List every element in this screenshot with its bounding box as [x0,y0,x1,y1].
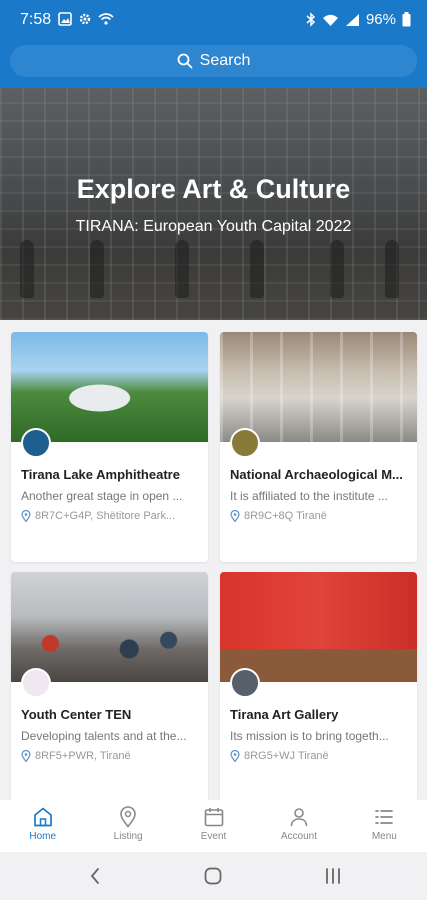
location-pin-icon [230,510,240,522]
search-icon [177,53,193,69]
hero-banner[interactable]: Explore Art & Culture TIRANA: European Y… [0,88,427,320]
back-chevron-icon [90,868,99,884]
menu-list-icon [375,810,394,824]
place-location-text: 8R7C+G4P, Shëtitore Park... [35,510,176,522]
place-photo [220,332,417,442]
home-circle-icon [204,867,222,885]
place-name: Tirana Lake Amphitheatre [21,467,180,482]
place-photo [11,572,208,682]
nav-account[interactable]: Account [256,800,341,852]
gallery-icon [58,12,72,26]
search-label: Search [199,52,251,69]
place-card[interactable]: Youth Center TEN Developing talents and … [11,572,208,802]
place-description: Its mission is to bring togeth... [230,729,389,743]
recents-button[interactable] [318,864,348,888]
nav-account-label: Account [280,831,317,842]
place-description: Another great stage in open ... [21,489,183,503]
place-description: It is affiliated to the institute ... [230,489,388,503]
place-card[interactable]: Tirana Lake Amphitheatre Another great s… [11,332,208,562]
status-bar: 7:58 96% [0,0,427,40]
location-pin-icon [21,510,31,522]
place-photo [11,332,208,442]
battery-percent: 96% [365,11,396,28]
app-header: 7:58 96% Search [0,0,427,88]
hero-photo-figure [385,240,399,298]
status-time: 7:58 [20,11,52,28]
place-logo [230,428,260,458]
hero-photo-figure [175,240,189,298]
place-photo [220,572,417,682]
bottom-nav: Home Listing Event Account Menu [0,800,427,852]
place-location-text: 8RG5+WJ Tiranë [244,750,329,762]
place-location: 8R9C+8Q Tiranë [230,510,410,522]
bluetooth-icon [306,12,316,27]
place-logo [21,428,51,458]
hero-title: Explore Art & Culture [76,174,351,204]
place-location: 8RG5+WJ Tiranë [230,750,410,762]
hero-subtitle: TIRANA: European Youth Capital 2022 [75,218,352,235]
home-icon [33,807,52,827]
place-name: Youth Center TEN [21,707,132,722]
battery-icon [402,12,411,27]
back-button[interactable] [80,864,110,888]
recents-icon [326,868,340,884]
search-bar[interactable]: Search [10,45,417,77]
signal-icon [345,13,359,26]
place-description: Developing talents and at the... [21,729,187,743]
place-name: National Archaeological M... [230,467,403,482]
location-pin-icon [230,750,240,762]
place-location-text: 8R9C+8Q Tiranë [244,510,327,522]
wifi-icon [322,14,338,26]
place-location-text: 8RF5+PWR, Tiranë [35,750,131,762]
place-logo [21,668,51,698]
place-name: Tirana Art Gallery [230,707,339,722]
place-location: 8R7C+G4P, Shëtitore Park... [21,510,201,522]
settings-gear-icon [79,13,91,25]
map-pin-icon [120,806,136,828]
nav-event[interactable]: Event [171,800,256,852]
hero-photo-figure [20,240,34,298]
place-card[interactable]: Tirana Art Gallery Its mission is to bri… [220,572,417,802]
nav-home[interactable]: Home [0,800,85,852]
hero-photo-figure [90,240,104,298]
home-system-button[interactable] [198,864,228,888]
wifi-calling-icon [98,13,114,25]
place-location: 8RF5+PWR, Tiranë [21,750,201,762]
system-icons: 96% [306,11,411,28]
nav-listing[interactable]: Listing [85,800,170,852]
person-icon [290,808,308,827]
hero-photo-figure [330,240,344,298]
notification-icons [58,12,114,26]
nav-home-label: Home [29,831,57,842]
calendar-icon [204,808,223,827]
place-logo [230,668,260,698]
system-nav-bar [0,852,427,900]
place-card[interactable]: National Archaeological M... It is affil… [220,332,417,562]
nav-event-label: Event [200,831,227,842]
location-pin-icon [21,750,31,762]
nav-menu[interactable]: Menu [342,800,427,852]
hero-photo-figure [250,240,264,298]
nav-listing-label: Listing [113,831,143,842]
nav-menu-label: Menu [371,831,397,842]
